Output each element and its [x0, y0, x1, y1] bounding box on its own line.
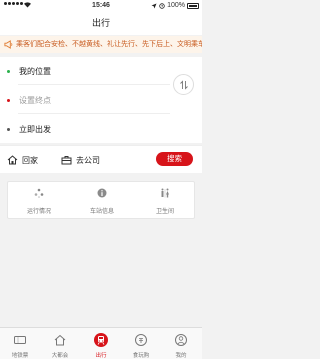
- service-status[interactable]: 运行情况: [8, 182, 70, 220]
- depart-dot-icon: [7, 127, 10, 131]
- tab-metropolis[interactable]: 大都会: [40, 328, 80, 359]
- restroom-icon: [161, 188, 169, 198]
- notice-banner[interactable]: 乘客们配合安检、不越黄线、礼让先行、先下后上、文明乘车: [0, 36, 202, 53]
- tab-label: 我的: [175, 353, 187, 359]
- home-icon: [54, 334, 66, 346]
- tab-ticket[interactable]: 地铁票: [0, 328, 40, 359]
- location-arrow-icon: [151, 3, 157, 8]
- depart-time-label: 立即出发: [19, 124, 51, 134]
- depart-time-row[interactable]: 立即出发: [0, 115, 170, 143]
- info-icon: [97, 188, 107, 198]
- shortcut-bar: 回家 去公司 搜索: [0, 145, 202, 173]
- profile-icon: [175, 334, 187, 346]
- go-work-button[interactable]: 去公司: [61, 146, 100, 174]
- service-label: 卫生间: [155, 209, 174, 215]
- divider: [18, 113, 170, 114]
- service-station-info[interactable]: 车站信息: [71, 182, 133, 220]
- megaphone-icon: [4, 40, 13, 49]
- service-label: 车站信息: [89, 209, 114, 215]
- tab-label: 出行: [95, 353, 107, 359]
- status-icon: [34, 188, 44, 198]
- start-location-row[interactable]: 我的位置: [0, 57, 170, 85]
- battery-percent: 100%: [167, 2, 185, 9]
- tab-label: 大都会: [51, 353, 69, 359]
- alarm-icon: [159, 2, 165, 9]
- end-dot-icon: [7, 98, 10, 102]
- bottom-tab-bar: 地铁票 大都会 出行 食玩购 我的: [0, 327, 202, 359]
- tab-label: 食玩购: [132, 353, 150, 359]
- destination-placeholder[interactable]: 设置终点: [19, 95, 51, 106]
- go-home-label: 回家: [22, 155, 38, 165]
- notice-text: 乘客们配合安检、不越黄线、礼让先行、先下后上、文明乘车: [16, 41, 202, 48]
- service-label: 运行情况: [26, 209, 51, 215]
- shop-icon: [135, 334, 147, 346]
- services-panel: 运行情况 车站信息 卫生间: [7, 181, 195, 219]
- ticket-icon: [14, 336, 26, 344]
- tab-profile[interactable]: 我的: [161, 328, 201, 359]
- service-restroom[interactable]: 卫生间: [134, 182, 196, 220]
- page-title: 出行: [0, 11, 202, 35]
- search-button[interactable]: 搜索: [156, 152, 193, 166]
- swap-arrows-icon: [179, 79, 188, 90]
- divider: [18, 84, 170, 85]
- go-home-button[interactable]: 回家: [7, 146, 38, 174]
- tab-shopping[interactable]: 食玩购: [121, 328, 161, 359]
- go-work-label: 去公司: [76, 155, 100, 165]
- tab-label: 地铁票: [11, 353, 29, 359]
- route-card: 我的位置 设置终点 立即出发: [0, 57, 202, 143]
- start-location-label: 我的位置: [19, 66, 51, 76]
- swap-button[interactable]: [173, 74, 194, 95]
- tab-travel[interactable]: 出行: [81, 328, 121, 359]
- briefcase-icon: [61, 156, 72, 165]
- destination-row[interactable]: 设置终点: [0, 86, 170, 114]
- home-icon: [7, 155, 18, 165]
- train-icon: [94, 333, 108, 347]
- battery-icon: [187, 2, 199, 9]
- start-dot-icon: [7, 69, 10, 73]
- status-bar: 15:46 100%: [0, 0, 202, 11]
